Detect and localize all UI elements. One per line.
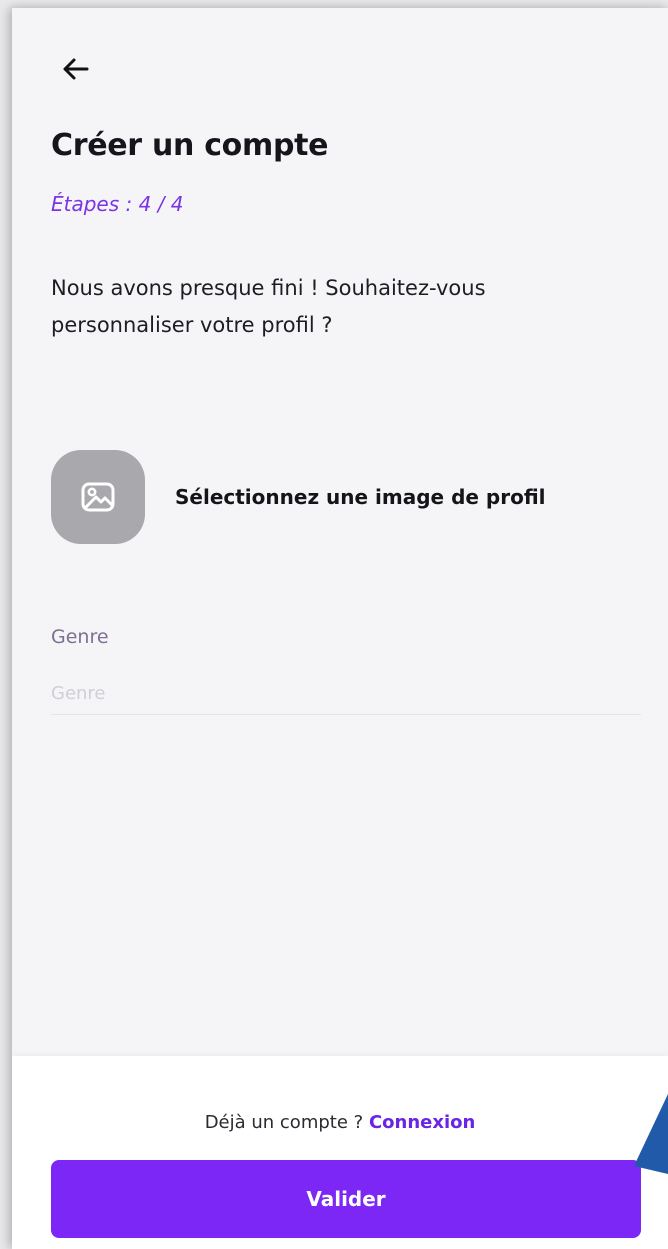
- decorative-corner-shape: [634, 1094, 668, 1174]
- gender-input[interactable]: [51, 672, 641, 715]
- create-account-screen: Créer un compte Étapes : 4 / 4 Nous avon…: [12, 8, 668, 1249]
- login-prompt-text: Déjà un compte ?: [204, 1112, 364, 1133]
- page-title: Créer un compte: [51, 128, 329, 163]
- login-link[interactable]: Connexion: [369, 1112, 475, 1133]
- submit-button[interactable]: Valider: [51, 1160, 641, 1238]
- back-button[interactable]: [58, 52, 92, 86]
- bottom-panel: Déjà un compte ? Connexion Valider: [12, 1056, 668, 1249]
- steps-indicator: Étapes : 4 / 4: [51, 192, 184, 216]
- image-icon: [81, 482, 115, 512]
- profile-image-picker[interactable]: Sélectionnez une image de profil: [51, 450, 546, 544]
- profile-image-label[interactable]: Sélectionnez une image de profil: [175, 485, 546, 509]
- login-prompt: Déjà un compte ? Connexion: [12, 1112, 668, 1133]
- avatar-placeholder[interactable]: [51, 450, 145, 544]
- intro-text: Nous avons presque fini ! Souhaitez-vous…: [51, 276, 486, 337]
- arrow-left-icon: [63, 58, 89, 80]
- gender-label: Genre: [51, 626, 109, 648]
